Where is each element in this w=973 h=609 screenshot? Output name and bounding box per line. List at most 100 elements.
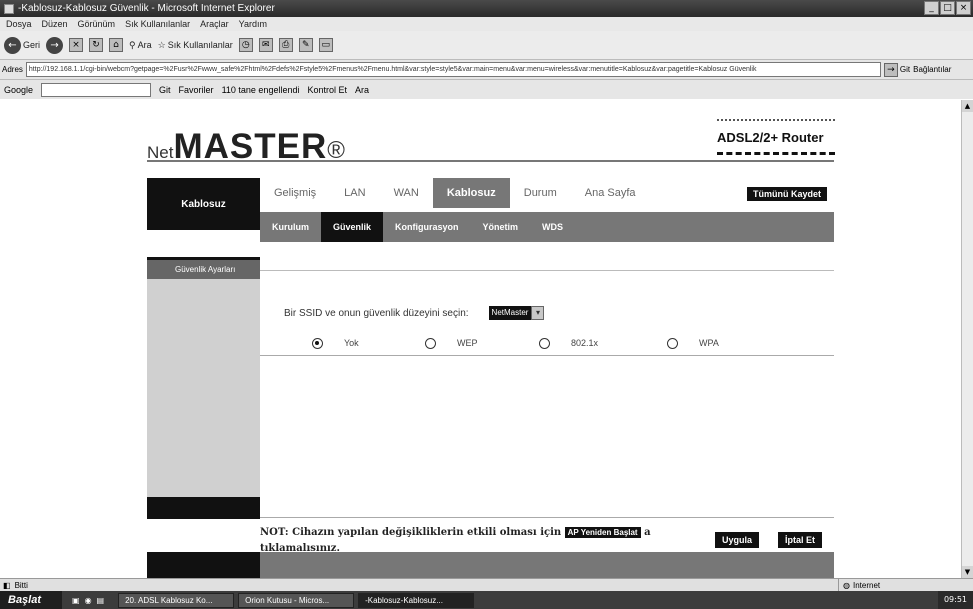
model-dotted-rule [717, 119, 835, 121]
google-search-button[interactable]: Ara [355, 85, 369, 95]
standard-toolbar: ← Geri → × ↻ ⌂ ⚲ Ara ☆ Sık Kullanılanlar ◷ … [0, 31, 973, 59]
menu-item-help[interactable]: Yardım [239, 19, 267, 29]
refresh-icon[interactable]: ↻ [89, 38, 104, 52]
restart-note: NOT: Cihazın yapılan değişikliklerin etk… [260, 527, 651, 554]
subtab-configuration[interactable]: Konfigurasyon [383, 212, 471, 242]
mail-icon[interactable]: ✉ [258, 38, 273, 52]
scroll-up-icon[interactable]: ▲ [962, 100, 973, 112]
radio-none-input[interactable] [312, 338, 323, 349]
history-icon[interactable]: ◷ [238, 38, 253, 52]
subtab-wds[interactable]: WDS [530, 212, 575, 242]
back-button[interactable]: ← Geri [4, 36, 40, 54]
google-search-input[interactable] [41, 82, 152, 97]
router-model-title: ADSL2/2+ Router [717, 130, 824, 145]
back-arrow-icon: ← [4, 36, 21, 54]
close-button[interactable]: × [956, 1, 971, 15]
content-divider [260, 270, 834, 271]
spellcheck-button[interactable]: Kontrol Et [307, 85, 347, 95]
go-arrow-icon: → [883, 62, 898, 77]
print-icon[interactable]: ⎙ [278, 38, 293, 52]
menu-item-edit[interactable]: Düzen [42, 19, 68, 29]
menu-item-tools[interactable]: Araçlar [200, 19, 229, 29]
address-bar: Adres http://192.168.1.1/cgi-bin/webcm?g… [0, 59, 973, 79]
status-bar: ◧ Bitti ◍ Internet [0, 578, 973, 591]
home-icon[interactable]: ⌂ [109, 38, 124, 52]
save-all-button[interactable]: Tümünü Kaydet [747, 187, 828, 201]
star-icon: ☆ [157, 39, 166, 50]
radio-none[interactable]: Yok [312, 338, 359, 349]
menu-item-favorites[interactable]: Sık Kullanılanlar [125, 19, 190, 29]
search-icon: ⚲ [129, 39, 136, 50]
go-button[interactable]: → Git [883, 62, 910, 77]
quick-launch: ▣ ◉ ▤ [62, 596, 114, 605]
forward-button[interactable]: → [46, 36, 64, 54]
address-input[interactable]: http://192.168.1.1/cgi-bin/webcm?getpage… [25, 62, 881, 77]
system-tray: 09:51 [937, 591, 973, 609]
edit-icon[interactable]: ✎ [298, 38, 313, 52]
tab-advanced[interactable]: Gelişmiş [260, 178, 330, 208]
footer-divider [260, 517, 834, 518]
ssid-row: Bir SSID ve onun güvenlik düzeyini seçin… [284, 306, 545, 320]
ie-icon [4, 3, 14, 14]
task-item[interactable]: Orion Kutusu - Micros... [238, 592, 355, 608]
task-item[interactable]: 20. ADSL Kablosuz Ko... [118, 592, 235, 608]
search-button[interactable]: ⚲ Ara [129, 40, 152, 51]
cancel-button[interactable]: İptal Et [778, 532, 823, 548]
menu-bar: Dosya Düzen Görünüm Sık Kullanılanlar Ar… [0, 17, 973, 31]
tab-lan[interactable]: LAN [330, 178, 379, 208]
favorites-button[interactable]: ☆ Sık Kullanılanlar [158, 40, 233, 51]
tab-wireless[interactable]: Kablosuz [432, 178, 510, 208]
stop-icon[interactable]: × [69, 38, 84, 52]
show-desktop-icon[interactable]: ▣ [72, 596, 80, 605]
radio-wpa-input[interactable] [667, 338, 678, 349]
google-logo: Google [4, 84, 34, 95]
address-label: Adres [2, 65, 23, 74]
google-toolbar: Google Git Favoriler 110 tane engellendi… [0, 79, 973, 99]
start-button[interactable]: Başlat [0, 591, 62, 609]
task-item[interactable]: -Kablosuz-Kablosuz... [358, 592, 475, 608]
radio-wpa[interactable]: WPA [667, 338, 719, 349]
radio-8021x-input[interactable] [539, 338, 550, 349]
subtab-management[interactable]: Yönetim [471, 212, 531, 242]
maximize-button[interactable]: □ [940, 1, 955, 15]
sidebar-panel [147, 279, 260, 497]
scroll-down-icon[interactable]: ▼ [962, 566, 973, 578]
tab-status[interactable]: Durum [510, 178, 571, 208]
radio-8021x[interactable]: 802.1x [539, 338, 598, 349]
tray-clock: 09:51 [943, 595, 967, 604]
radio-wep-input[interactable] [425, 338, 436, 349]
chevron-down-icon: ▾ [531, 306, 545, 320]
apply-button[interactable]: Uygula [715, 532, 760, 548]
window-titlebar: -Kablosuz-Kablosuz Güvenlik - Microsoft … [0, 0, 973, 17]
google-favorites-button[interactable]: Favoriler [179, 85, 214, 95]
minimize-button[interactable]: _ [924, 1, 939, 15]
menu-item-view[interactable]: Görünüm [78, 19, 116, 29]
discuss-icon[interactable]: ▭ [318, 38, 333, 52]
security-level-options: Yok WEP 802.1x WPA [0, 338, 961, 356]
media-icon[interactable]: ▤ [97, 596, 105, 605]
vertical-scrollbar[interactable]: ▲ ▼ [961, 100, 973, 578]
ssid-select[interactable]: NetMaster ▾ [488, 306, 545, 320]
windows-taskbar: Başlat ▣ ◉ ▤ 20. ADSL Kablosuz Ko... Ori… [0, 591, 973, 609]
header-divider [147, 160, 834, 162]
ie-quick-icon[interactable]: ◉ [85, 596, 92, 605]
radio-wep[interactable]: WEP [425, 338, 478, 349]
tab-home[interactable]: Ana Sayfa [571, 178, 650, 208]
google-go-button[interactable]: Git [159, 85, 171, 95]
model-dashed-rule [717, 152, 835, 155]
window-title: -Kablosuz-Kablosuz Güvenlik - Microsoft … [18, 3, 275, 14]
sub-nav: Kurulum Güvenlik Konfigurasyon Yönetim W… [260, 212, 834, 242]
page-done-icon: ◧ [3, 580, 11, 590]
ap-restart-button[interactable]: AP Yeniden Başlat [564, 527, 641, 538]
forward-arrow-icon: → [46, 36, 64, 54]
subtab-setup[interactable]: Kurulum [260, 212, 321, 242]
subtab-security[interactable]: Güvenlik [321, 212, 384, 242]
globe-icon: ◍ [843, 580, 850, 590]
menu-item-file[interactable]: Dosya [6, 19, 32, 29]
tab-wan[interactable]: WAN [380, 178, 433, 208]
links-label[interactable]: Bağlantılar [913, 65, 951, 74]
ssid-selected-value: NetMaster [488, 306, 532, 320]
sidebar-title: Kablosuz [147, 178, 260, 230]
popup-blocked-counter[interactable]: 110 tane engellendi [222, 85, 300, 95]
sidebar-section-security[interactable]: Güvenlik Ayarları [147, 257, 260, 279]
